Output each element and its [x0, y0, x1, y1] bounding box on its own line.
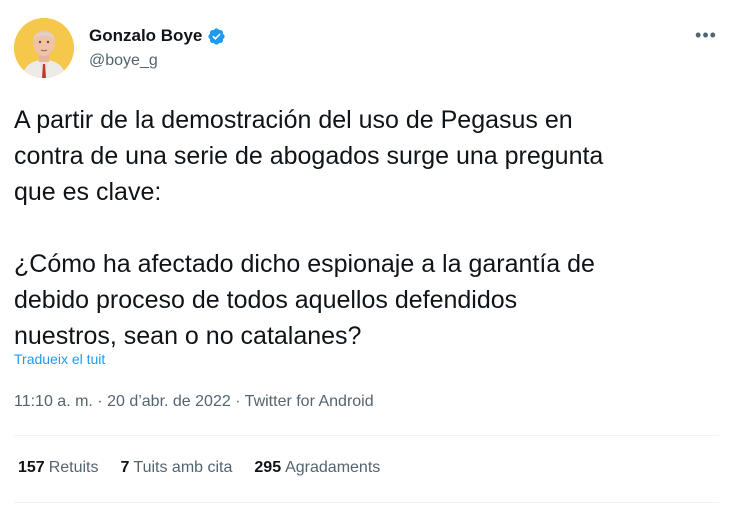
avatar-portrait-icon — [14, 18, 74, 78]
tweet-header: Gonzalo Boye @boye_g ••• — [14, 18, 723, 82]
author-display-name[interactable]: Gonzalo Boye — [89, 26, 202, 46]
tweet-text: A partir de la demostración del uso de P… — [14, 106, 604, 350]
tweet-stats: 157 Retuits 7 Tuits amb cita 295 Agradament… — [18, 459, 380, 477]
quotes-label: Tuits amb cita — [133, 459, 233, 476]
divider — [14, 435, 719, 436]
likes-label: Agradaments — [285, 459, 381, 476]
more-options-icon[interactable]: ••• — [689, 26, 723, 50]
retweets-stat[interactable]: 157 Retuits — [18, 459, 99, 477]
translate-link[interactable]: Tradueix el tuit — [14, 351, 105, 367]
verified-badge-icon — [207, 27, 226, 46]
likes-stat[interactable]: 295 Agradaments — [254, 459, 380, 477]
author-info: Gonzalo Boye @boye_g — [89, 26, 226, 70]
tweet-timestamp[interactable]: 11:10 a. m. · 20 d’abr. de 2022 · Twitte… — [14, 393, 374, 411]
likes-count: 295 — [254, 459, 282, 476]
author-name-row[interactable]: Gonzalo Boye — [89, 26, 226, 46]
divider — [14, 502, 719, 503]
quotes-stat[interactable]: 7 Tuits amb cita — [121, 459, 233, 477]
retweets-label: Retuits — [48, 459, 99, 476]
avatar[interactable] — [14, 18, 74, 78]
quotes-count: 7 — [120, 459, 130, 476]
retweets-count: 157 — [18, 459, 45, 476]
author-handle[interactable]: @boye_g — [89, 52, 226, 70]
